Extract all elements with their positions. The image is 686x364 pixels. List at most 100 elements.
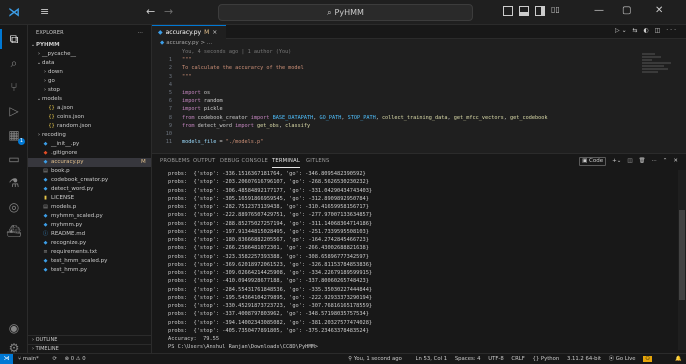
line-number: 7 — [168, 106, 172, 113]
close-panel-icon[interactable]: ✕ — [673, 154, 678, 168]
tree-item[interactable]: ⌄ data — [28, 59, 151, 68]
tree-item[interactable]: ◆ detect_word.py — [28, 185, 151, 194]
tree-item[interactable]: ◆ accuracy.py M — [28, 158, 151, 167]
compare-changes-icon[interactable]: ⇆ — [633, 27, 640, 34]
tab-terminal[interactable]: TERMINAL — [272, 154, 300, 168]
terminal-output[interactable]: probs: {'stop': -336.1516367181764, 'go'… — [152, 168, 686, 352]
tab-gitlens[interactable]: GITLENS — [306, 154, 329, 168]
explorer-more-icon[interactable]: ··· — [138, 25, 143, 41]
tree-item[interactable]: {} coins.json — [28, 113, 151, 122]
tree-item[interactable]: › stop — [28, 86, 151, 95]
bottom-panel: PROBLEMS OUTPUT DEBUG CONSOLE TERMINAL G… — [152, 153, 686, 353]
tree-item[interactable]: ⓘ README.md — [28, 230, 151, 239]
tree-item[interactable]: {} random.json — [28, 122, 151, 131]
terminal-scrollbar[interactable] — [678, 170, 686, 350]
tree-item-label: data — [42, 60, 55, 66]
hamburger-menu-icon[interactable]: ≡ — [40, 6, 49, 18]
search-icon[interactable]: ⌕ — [6, 55, 22, 71]
tree-item[interactable]: ◆ .gitignore — [28, 149, 151, 158]
problems-status[interactable]: ⊗ 0 ⚠ 0 — [65, 356, 86, 362]
indentation[interactable]: Spaces: 4 — [455, 356, 481, 362]
toggle-panel-icon[interactable] — [519, 6, 529, 16]
tab-output[interactable]: OUTPUT — [193, 154, 215, 168]
maximize-panel-icon[interactable]: ⌃ — [663, 154, 668, 168]
tree-item[interactable]: ▤ book.p — [28, 167, 151, 176]
open-changes-icon[interactable]: ◐ — [644, 27, 651, 34]
maximize-icon[interactable]: ▢ — [622, 5, 631, 16]
arrow-right-icon[interactable]: → — [164, 5, 173, 18]
outline-section[interactable]: › OUTLINE — [28, 335, 151, 344]
branch-status[interactable]: ⑂ main* — [18, 356, 45, 362]
code-editor[interactable]: You, 4 seconds ago | 1 author (You) 1 """… — [152, 48, 686, 146]
tab-accuracy-py[interactable]: ◆ accuracy.py M × — [152, 25, 226, 39]
terminal-type-dropdown[interactable]: ▣ Code — [579, 156, 607, 166]
tree-item[interactable]: ◆ myhmm_scaled.py — [28, 212, 151, 221]
code-line: 1 """ — [152, 56, 686, 64]
cursor-position[interactable]: Ln 53, Col 1 — [416, 356, 448, 362]
code-line: 2 To calculate the accurarcy of the model — [152, 64, 686, 72]
close-icon[interactable]: ✕ — [655, 5, 663, 16]
tree-item[interactable]: ◆ __init__.py — [28, 140, 151, 149]
tab-problems[interactable]: PROBLEMS — [160, 154, 190, 168]
tree-item-label: models.p — [51, 204, 77, 210]
extensions-icon[interactable]: ▦ 1 — [6, 127, 25, 145]
more-actions-icon[interactable]: ··· — [666, 27, 678, 34]
run-debug-icon[interactable]: ▷ — [6, 103, 22, 119]
github-icon[interactable]: ◎ — [6, 199, 22, 215]
minimize-icon[interactable]: — — [594, 5, 604, 16]
tree-item[interactable]: › go — [28, 77, 151, 86]
run-file-icon[interactable]: ▷⌄ — [615, 27, 629, 34]
tree-item[interactable]: ◆ codebook_creator.py — [28, 176, 151, 185]
tab-debug-console[interactable]: DEBUG CONSOLE — [220, 154, 268, 168]
new-terminal-icon[interactable]: +⌄ — [612, 154, 621, 168]
tree-root[interactable]: ⌄ PYHMM — [28, 41, 151, 50]
tree-item[interactable]: ▤ models.p — [28, 203, 151, 212]
tree-item[interactable]: › recoding — [28, 131, 151, 140]
command-center-search[interactable]: ⌕ PyHMM — [218, 4, 473, 21]
tree-item[interactable]: ◆ test_hmm.py — [28, 266, 151, 275]
tree-item[interactable]: › down — [28, 68, 151, 77]
interpreter[interactable]: 3.11.2 64-bit — [567, 356, 601, 362]
split-terminal-icon[interactable]: ◫ — [627, 154, 632, 168]
tree-item[interactable]: › __pycache__ — [28, 50, 151, 59]
arrow-left-icon[interactable]: ← — [146, 5, 155, 18]
files-icon[interactable]: ⧉ — [0, 29, 22, 49]
testing-icon[interactable]: ⚗ — [6, 175, 22, 191]
line-number: 11 — [165, 139, 172, 146]
line-number: 4 — [168, 81, 172, 88]
tree-item[interactable]: ≡ requirements.txt — [28, 248, 151, 257]
tree-item[interactable]: ▮ LICENSE — [28, 194, 151, 203]
tree-item[interactable]: ◆ myhmm.py — [28, 221, 151, 230]
encoding[interactable]: UTF-8 — [488, 356, 503, 362]
blame-status[interactable]: ⚲ You, 1 second ago — [348, 356, 408, 362]
language-mode[interactable]: {} Python — [532, 356, 559, 362]
eol[interactable]: CRLF — [511, 356, 524, 362]
tab-close-icon[interactable]: × — [212, 29, 217, 36]
go-live-button[interactable]: ⦿ Go Live — [609, 356, 636, 362]
bell-icon[interactable]: 🔔 — [675, 354, 682, 364]
breadcrumb[interactable]: ◆ accuracy.py > ... — [152, 39, 686, 48]
remote-indicator-icon[interactable]: ⋊ — [0, 354, 13, 364]
scrollbar-thumb[interactable] — [679, 210, 685, 300]
kill-terminal-icon[interactable]: 🗑 — [639, 154, 646, 168]
copilot-icon[interactable]: ⚇ — [643, 356, 652, 362]
tree-item[interactable]: ⌄ models — [28, 95, 151, 104]
split-editor-icon[interactable]: ◫ — [655, 27, 663, 34]
tree-item-label: recognize.py — [51, 240, 87, 246]
timeline-section[interactable]: › TIMELINE — [28, 344, 151, 353]
tree-item[interactable]: ◆ test_hmm_scaled.py — [28, 257, 151, 266]
branch-name: main* — [22, 356, 39, 362]
tree-item[interactable]: ◆ recognize.py — [28, 239, 151, 248]
source-control-icon[interactable]: ⑂ — [6, 79, 22, 95]
customize-layout-icon[interactable]: ▯▯ — [551, 5, 560, 14]
docker-icon[interactable]: ⛴ — [6, 223, 22, 239]
more-icon[interactable]: ··· — [652, 154, 657, 168]
account-icon[interactable]: ◉ — [6, 320, 22, 336]
remote-explorer-icon[interactable]: ▭ — [6, 151, 22, 167]
tree-item[interactable]: {} a.json — [28, 104, 151, 113]
code-token: import — [182, 106, 201, 113]
sync-icon[interactable]: ⟳ — [52, 356, 56, 362]
toggle-secondary-sidebar-icon[interactable] — [535, 6, 545, 16]
minimap[interactable] — [642, 53, 674, 93]
toggle-sidebar-icon[interactable] — [503, 6, 513, 16]
